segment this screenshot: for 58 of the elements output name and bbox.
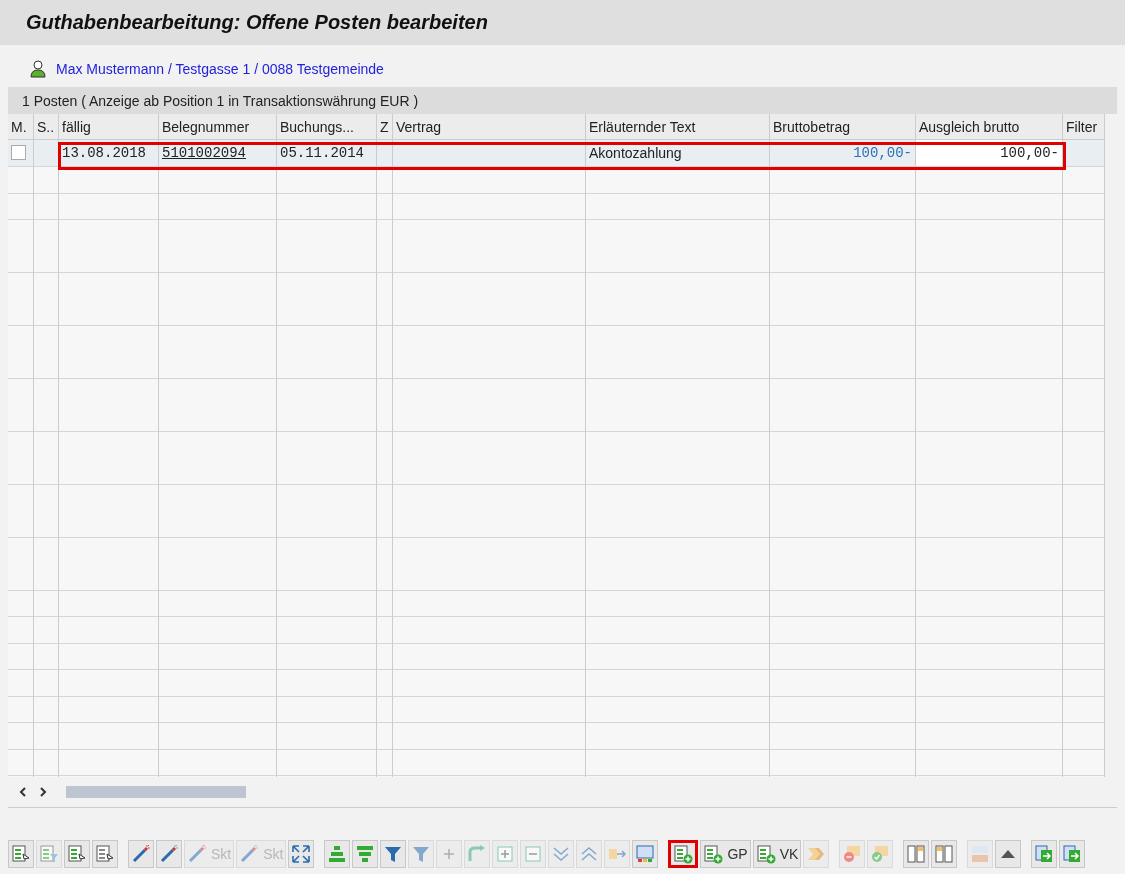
wand-icon: [159, 844, 179, 864]
toolbar-button[interactable]: [995, 840, 1022, 868]
toolbar-button[interactable]: [8, 840, 34, 868]
columns-icon: [906, 844, 927, 864]
collapse-node-icon: [523, 844, 544, 864]
transfer-icon: [1034, 844, 1055, 864]
add-row-icon: [673, 844, 694, 864]
sum-icon: [327, 844, 348, 864]
toolbar-button[interactable]: [92, 840, 118, 868]
toolbar-button[interactable]: GP: [700, 840, 751, 868]
column-header[interactable]: Z: [377, 114, 393, 140]
scrollbar-thumb[interactable]: [66, 785, 246, 798]
toolbar-button[interactable]: [632, 840, 659, 868]
wand-icon: [131, 844, 151, 864]
column-header[interactable]: Ausgleich brutto: [916, 114, 1063, 140]
column-header[interactable]: Filter: [1063, 114, 1105, 140]
toolbar-button[interactable]: [128, 840, 154, 868]
column-header[interactable]: S..: [34, 114, 59, 140]
column-header[interactable]: M.: [8, 114, 34, 140]
row-checkbox[interactable]: [11, 145, 26, 161]
filter-icon: [411, 844, 432, 864]
expand-node-icon: [495, 844, 516, 864]
table-cell: [1063, 140, 1105, 167]
window-title: Guthabenbearbeitung: Offene Posten bearbeiten: [0, 0, 1125, 45]
layout-icon: [635, 844, 656, 864]
list-icon: [39, 844, 59, 864]
toolbar-button[interactable]: [380, 840, 407, 868]
toolbar-button[interactable]: [668, 840, 699, 868]
column-header[interactable]: Vertrag: [393, 114, 586, 140]
transfer-icon: [1062, 844, 1083, 864]
info-bar: 1 Posten ( Anzeige ab Position 1 in Transaktionswährung EUR ): [8, 87, 1117, 114]
add-row-icon: [755, 844, 776, 864]
confirm-icon: [870, 844, 891, 864]
list-icon: [11, 844, 31, 864]
columns-icon: [934, 844, 955, 864]
list-icon: [95, 844, 115, 864]
toolbar-button[interactable]: [288, 840, 315, 868]
wand-icon: [187, 844, 207, 864]
column-header[interactable]: Buchungs...: [277, 114, 377, 140]
column-header[interactable]: Belegnummer: [159, 114, 277, 140]
column-header[interactable]: Erläuternder Text: [586, 114, 770, 140]
add-row-icon: [703, 844, 724, 864]
expand-icon: [291, 844, 312, 864]
toolbar-button[interactable]: VK: [752, 840, 802, 868]
scroll-right-icon[interactable]: [38, 785, 48, 798]
remove-icon: [842, 844, 863, 864]
toolbar-button[interactable]: [156, 840, 182, 868]
currency-icon: [970, 844, 991, 864]
wand-icon: [239, 844, 260, 864]
toolbar-button[interactable]: [64, 840, 90, 868]
subtotal-icon: [355, 844, 376, 864]
filter-icon: [383, 844, 404, 864]
person-icon: [30, 60, 46, 78]
list-icon: [67, 844, 87, 864]
column-header[interactable]: Bruttobetrag: [770, 114, 916, 140]
scroll-left-icon[interactable]: [18, 785, 28, 798]
column-header[interactable]: fällig: [59, 114, 159, 140]
partner-link[interactable]: Max Mustermann / Testgasse 1 / 0088 Testgemeinde: [56, 61, 384, 77]
